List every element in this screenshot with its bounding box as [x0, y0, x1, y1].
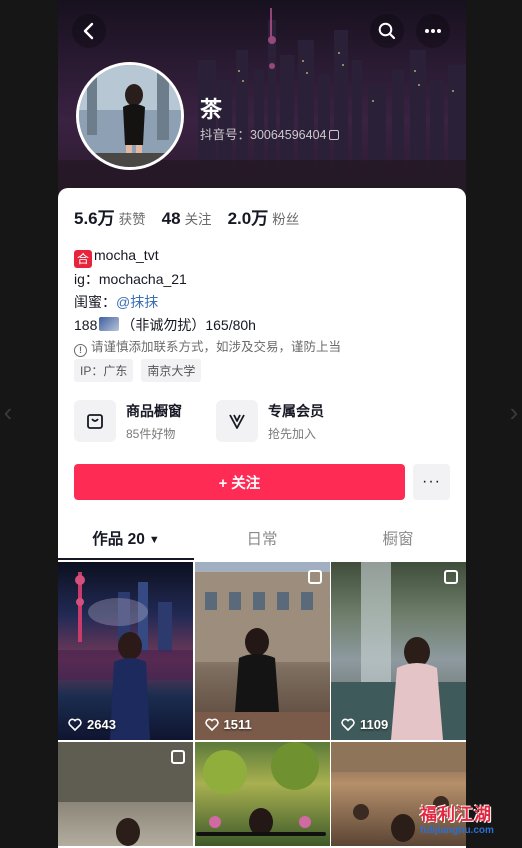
- ip-location-tag: IP：广东: [74, 359, 134, 382]
- bio-text: （非诚勿扰）165/80h: [121, 317, 256, 333]
- likes-count: 5.6万: [74, 209, 115, 228]
- likes-badge: 1109: [341, 717, 388, 732]
- multi-photo-icon: [171, 750, 185, 764]
- avatar[interactable]: [76, 62, 184, 170]
- waterfall-photo: [331, 562, 466, 740]
- warning-text: 请谨慎添加联系方式，如涉及交易，谨防上当: [91, 340, 342, 354]
- feature-subtitle: 85件好物: [126, 426, 176, 441]
- shop-window-entry[interactable]: 商品橱窗 85件好物: [74, 400, 182, 442]
- bio-line: 合 mocha_tvt: [74, 244, 454, 268]
- video-thumbnail[interactable]: 1109: [331, 562, 466, 740]
- bio-text: 闺蜜：: [74, 294, 116, 310]
- multi-photo-icon: [444, 570, 458, 584]
- feature-entries: 商品橱窗 85件好物 专属会员 抢先加入: [74, 400, 324, 442]
- back-button[interactable]: [72, 14, 106, 48]
- bio-text: mocha_tvt: [94, 247, 159, 263]
- video-grid: 2643 1511 1109: [58, 562, 466, 846]
- feature-title: 专属会员: [268, 402, 324, 419]
- ellipsis-icon: [425, 29, 441, 33]
- following-label: 关注: [184, 212, 212, 227]
- likes-count: 2643: [87, 717, 116, 732]
- flowers-photo: [202, 742, 319, 836]
- heart-icon: [68, 718, 82, 731]
- nickname: 茶: [200, 97, 223, 122]
- bio-text: 188: [74, 317, 98, 333]
- school-tag[interactable]: 南京大学: [141, 359, 202, 382]
- watermark: 福利江湖 fulijianghu.com: [420, 800, 518, 844]
- stat-following[interactable]: 48 关注: [162, 208, 212, 229]
- video-thumbnail[interactable]: 1511: [194, 562, 330, 740]
- building-photo: [194, 572, 330, 740]
- v-badge-icon: [216, 400, 258, 442]
- previous-arrow-icon[interactable]: ‹: [2, 399, 14, 425]
- feature-title: 商品橱窗: [126, 402, 182, 419]
- likes-badge: 2643: [68, 717, 116, 732]
- likes-label: 获赞: [118, 212, 146, 227]
- likes-count: 1109: [360, 717, 389, 732]
- watermark-url: fulijianghu.com: [420, 825, 494, 836]
- likes-count: 1511: [223, 717, 252, 732]
- tab-daily[interactable]: 日常: [194, 520, 330, 560]
- emoji-icon: [99, 317, 120, 331]
- profile-tags: IP：广东 南京大学: [74, 359, 202, 382]
- bag-icon: [74, 400, 116, 442]
- caret-down-icon: ▼: [148, 534, 160, 546]
- safety-warning: ! 请谨慎添加联系方式，如涉及交易，谨防上当: [74, 336, 341, 357]
- douyin-id[interactable]: 抖音号：30064596404: [200, 124, 340, 143]
- chevron-left-icon: [83, 22, 94, 40]
- watermark-title: 福利江湖: [420, 805, 492, 824]
- tab-showcase[interactable]: 橱窗: [330, 520, 466, 560]
- home-indicator: [196, 832, 326, 836]
- following-count: 48: [161, 209, 181, 228]
- red-tag-icon: 合: [74, 250, 92, 268]
- heart-icon: [341, 718, 355, 731]
- likes-badge: 1511: [204, 717, 252, 732]
- douyin-id-text: 抖音号：30064596404: [200, 128, 327, 142]
- search-button[interactable]: [370, 14, 404, 48]
- avatar-photo: [79, 65, 181, 167]
- bio-line: 闺蜜：@抹抹: [74, 291, 454, 314]
- stats-row: 5.6万 获赞 48 关注 2.0万 粉丝: [74, 204, 299, 229]
- follow-button[interactable]: + 关注: [74, 464, 405, 500]
- video-thumbnail[interactable]: [194, 742, 330, 846]
- profile-card: 5.6万 获赞 48 关注 2.0万 粉丝 合 mocha_tvt ig：mochach…: [58, 188, 466, 848]
- copy-icon[interactable]: [329, 130, 340, 140]
- next-arrow-icon[interactable]: ›: [508, 399, 520, 425]
- video-thumbnail[interactable]: 2643: [58, 562, 193, 740]
- feature-subtitle: 抢先加入: [268, 426, 317, 441]
- bio-line: ig：mochacha_21: [74, 271, 187, 287]
- stat-followers[interactable]: 2.0万 粉丝: [228, 204, 300, 229]
- profile-screen: 茶 抖音号：30064596404 5.6万 获赞 48 关注 2.0万 粉丝 合 mo…: [58, 0, 466, 848]
- followers-label: 粉丝: [272, 212, 300, 227]
- more-options-button[interactable]: [416, 14, 450, 48]
- multi-photo-icon: [307, 570, 322, 584]
- followers-count: 2.0万: [227, 209, 269, 228]
- profile-header: 茶 抖音号：30064596404: [58, 0, 466, 200]
- heart-icon: [204, 718, 219, 731]
- follow-more-button[interactable]: ···: [413, 464, 450, 500]
- stat-likes[interactable]: 5.6万 获赞: [74, 204, 146, 229]
- video-thumbnail[interactable]: [58, 742, 193, 846]
- tab-label: 作品 20: [92, 531, 145, 548]
- search-icon: [378, 22, 396, 40]
- follow-row: + 关注 ···: [74, 464, 450, 500]
- bio: 合 mocha_tvt ig：mochacha_21 闺蜜：@抹抹 188 （非诚勿…: [74, 244, 454, 337]
- mention-link[interactable]: @抹抹: [116, 294, 158, 310]
- warning-icon: !: [74, 344, 87, 357]
- membership-entry[interactable]: 专属会员 抢先加入: [216, 400, 324, 442]
- tab-works[interactable]: 作品 20 ▼: [58, 520, 194, 560]
- night-city-photo: [58, 572, 193, 740]
- bio-line: 188 （非诚勿扰）165/80h: [74, 314, 454, 337]
- content-tabs: 作品 20 ▼ 日常 橱窗: [58, 520, 466, 560]
